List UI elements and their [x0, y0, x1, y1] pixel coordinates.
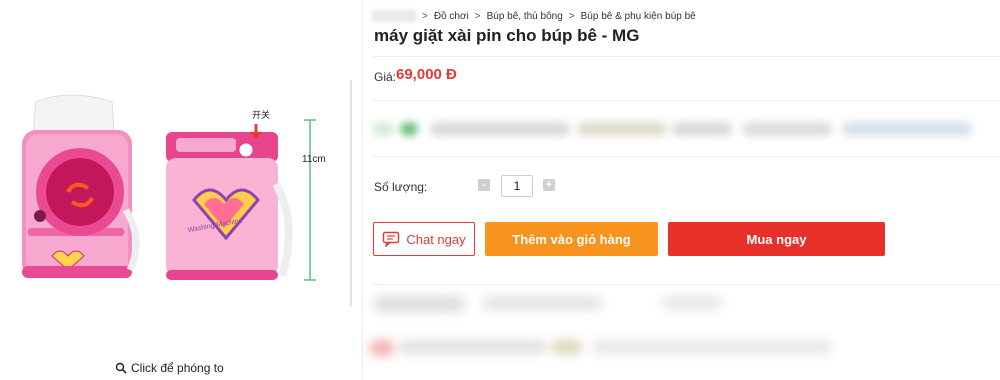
product-image[interactable]: 开关 11cm Washing Machine	[0, 80, 350, 380]
breadcrumb-separator: >	[422, 10, 428, 22]
breadcrumb-item-bup-be-thu-bong[interactable]: Búp bê, thú bông	[487, 11, 563, 22]
quantity-input[interactable]: 1	[501, 175, 533, 197]
breadcrumb-item-phu-kien[interactable]: Búp bê & phụ kiện búp bê	[581, 11, 696, 22]
add-to-cart-button[interactable]: Thêm vào giỏ hàng	[485, 222, 658, 256]
product-price: 69,000 Đ	[396, 66, 457, 83]
quantity-increase-button[interactable]: +	[543, 179, 555, 191]
product-info: > Đồ chơi > Búp bê, thú bông > Búp bê & …	[362, 0, 1000, 380]
washing-machine-open	[22, 94, 140, 278]
quantity-decrease-button[interactable]: -	[478, 179, 490, 191]
chat-button[interactable]: Chat ngay	[373, 222, 475, 256]
height-annotation: 11cm	[302, 154, 326, 165]
breadcrumb-item-do-choi[interactable]: Đồ chơi	[434, 11, 469, 22]
zoom-hint[interactable]: Click để phóng to	[115, 361, 224, 375]
washing-machine-closed	[166, 119, 316, 281]
price-label: Giá:	[374, 70, 397, 84]
divider	[372, 56, 1000, 57]
product-title: máy giặt xài pin cho búp bê - MG	[374, 26, 640, 45]
gallery-divider	[350, 80, 352, 306]
magnifier-icon	[115, 362, 127, 374]
blurred-promo-row	[372, 112, 972, 146]
chat-button-label: Chat ngay	[406, 231, 466, 247]
buy-now-button[interactable]: Mua ngay	[668, 222, 885, 256]
breadcrumb-home-blurred[interactable]	[372, 10, 416, 22]
breadcrumb-separator: >	[568, 10, 575, 22]
breadcrumb: > Đồ chơi > Búp bê, thú bông > Búp bê & …	[372, 10, 696, 22]
divider	[372, 284, 1000, 285]
product-gallery: 开关 11cm Washing Machine Click để phóng t…	[0, 0, 360, 380]
switch-annotation: 开关	[252, 109, 270, 121]
divider	[372, 100, 1000, 101]
chat-icon	[383, 231, 400, 247]
breadcrumb-separator: >	[474, 10, 481, 22]
divider	[372, 156, 1000, 157]
quantity-label: Số lượng:	[374, 180, 428, 194]
zoom-label: Click để phóng to	[131, 361, 224, 375]
